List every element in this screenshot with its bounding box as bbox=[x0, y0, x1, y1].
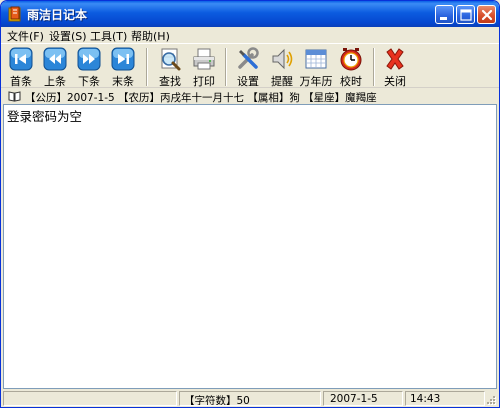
tools-icon bbox=[238, 47, 259, 69]
speaker-icon bbox=[272, 48, 293, 70]
minimize-icon bbox=[440, 17, 447, 20]
clock-icon bbox=[340, 48, 362, 71]
app-logo-icon bbox=[7, 6, 23, 22]
maximize-button[interactable] bbox=[456, 5, 475, 24]
first-record-icon bbox=[9, 47, 33, 71]
date-info-text: 【公历】2007-1-5 【农历】丙戌年十一月十七 【属相】狗 【星座】魔羯座 bbox=[25, 92, 377, 104]
minimize-button[interactable] bbox=[435, 5, 454, 24]
prev-record-button[interactable]: 上条 bbox=[38, 44, 72, 88]
settings-button[interactable]: 设置 bbox=[231, 44, 265, 88]
find-button[interactable]: 查找 bbox=[153, 44, 187, 88]
menu-bar: 文件(F) 设置(S) 工具(T) 帮助(H) bbox=[1, 27, 499, 43]
maximize-icon bbox=[460, 9, 472, 21]
menu-settings[interactable]: 设置(S) bbox=[49, 28, 87, 44]
status-panel-empty bbox=[3, 391, 177, 406]
date-info-bar: 【公历】2007-1-5 【农历】丙戌年十一月十七 【属相】狗 【星座】魔羯座 bbox=[1, 87, 499, 104]
first-record-button[interactable]: 首条 bbox=[4, 44, 38, 88]
title-bar[interactable]: 雨洁日记本 bbox=[1, 1, 499, 27]
clock-sync-button[interactable]: 校时 bbox=[334, 44, 368, 88]
status-bar: 【字符数】50 2007-1-5 14:43 bbox=[1, 389, 499, 407]
menu-help[interactable]: 帮助(H) bbox=[131, 28, 170, 44]
next-record-icon bbox=[77, 47, 101, 71]
status-date: 2007-1-5 bbox=[323, 391, 403, 406]
remind-button[interactable]: 提醒 bbox=[265, 44, 299, 88]
book-icon bbox=[8, 91, 21, 102]
prev-record-icon bbox=[43, 47, 67, 71]
printer-icon bbox=[193, 48, 215, 70]
diary-content[interactable]: 登录密码为空 bbox=[7, 106, 82, 125]
calendar-icon bbox=[305, 49, 327, 69]
last-record-icon bbox=[111, 47, 135, 71]
menu-file[interactable]: 文件(F) bbox=[7, 28, 44, 44]
last-record-button[interactable]: 末条 bbox=[106, 44, 140, 88]
red-x-icon bbox=[386, 48, 404, 70]
diary-editor[interactable]: 登录密码为空 bbox=[3, 104, 497, 389]
char-count: 【字符数】50 bbox=[179, 391, 321, 406]
status-time: 14:43 bbox=[405, 391, 485, 406]
menu-tools[interactable]: 工具(T) bbox=[90, 28, 127, 44]
close-window-button[interactable] bbox=[477, 5, 496, 24]
close-icon bbox=[481, 9, 493, 21]
window-title: 雨洁日记本 bbox=[27, 8, 88, 22]
resize-grip-icon[interactable] bbox=[485, 394, 497, 406]
next-record-button[interactable]: 下条 bbox=[72, 44, 106, 88]
toolbar-separator bbox=[146, 48, 148, 86]
close-app-button[interactable]: 关闭 bbox=[378, 44, 412, 88]
toolbar: 首条 上条 下条 末条 查找 打印 设置 提醒 万年历 校时 关闭 bbox=[1, 43, 499, 88]
calendar-button[interactable]: 万年历 bbox=[299, 44, 333, 88]
print-button[interactable]: 打印 bbox=[187, 44, 221, 88]
main-window: 雨洁日记本 文件(F) 设置(S) 工具(T) 帮助(H) 首条 上条 下条 末… bbox=[0, 0, 500, 408]
magnifier-icon bbox=[161, 48, 181, 71]
